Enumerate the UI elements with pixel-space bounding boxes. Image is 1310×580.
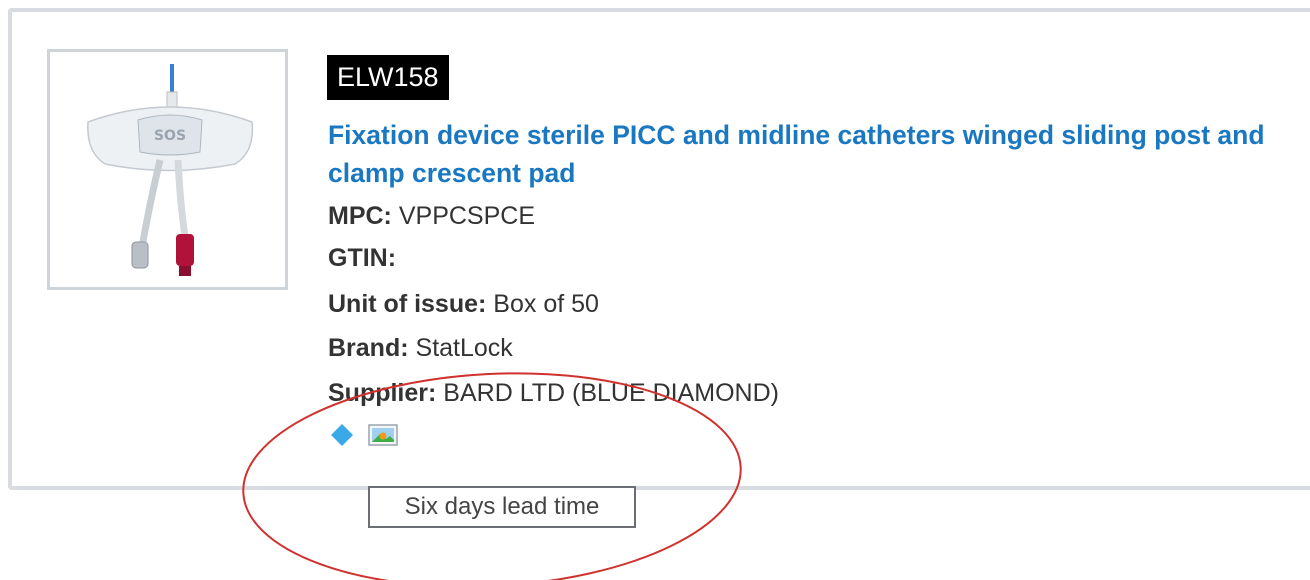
product-icons	[330, 423, 398, 452]
connector-red	[176, 234, 194, 266]
supplier-field: Supplier: BARD LTD (BLUE DIAMOND)	[328, 377, 779, 409]
supplier-label: Supplier:	[328, 379, 437, 407]
lead-time-tooltip: Six days lead time	[368, 486, 636, 528]
supplier-value: BARD LTD (BLUE DIAMOND)	[443, 379, 779, 407]
brand-value: StatLock	[415, 334, 513, 362]
brand-label: Brand:	[328, 334, 409, 362]
unit-of-issue-field: Unit of issue: Box of 50	[328, 288, 599, 320]
gtin-field: GTIN:	[328, 242, 396, 274]
unit-of-issue-value: Box of 50	[493, 290, 599, 318]
mpc-field: MPC: VPPCSPCE	[328, 200, 535, 232]
product-image[interactable]: SOS	[47, 49, 288, 290]
unit-of-issue-label: Unit of issue:	[328, 290, 487, 318]
page: SOS ELW158 Fixation device sterile PICC …	[0, 0, 1310, 580]
svg-text:SOS: SOS	[154, 128, 186, 144]
product-code-badge: ELW158	[327, 55, 449, 100]
mpc-value: VPPCSPCE	[398, 202, 536, 230]
image-icon[interactable]	[368, 423, 398, 451]
product-title-link[interactable]: Fixation device sterile PICC and midline…	[328, 116, 1288, 192]
connector-gray	[131, 241, 149, 269]
blue-diamond-icon[interactable]	[330, 423, 354, 452]
catheter-device-image: SOS	[87, 64, 254, 276]
gtin-label: GTIN:	[328, 244, 397, 272]
brand-field: Brand: StatLock	[328, 332, 513, 364]
mpc-label: MPC:	[328, 202, 392, 230]
